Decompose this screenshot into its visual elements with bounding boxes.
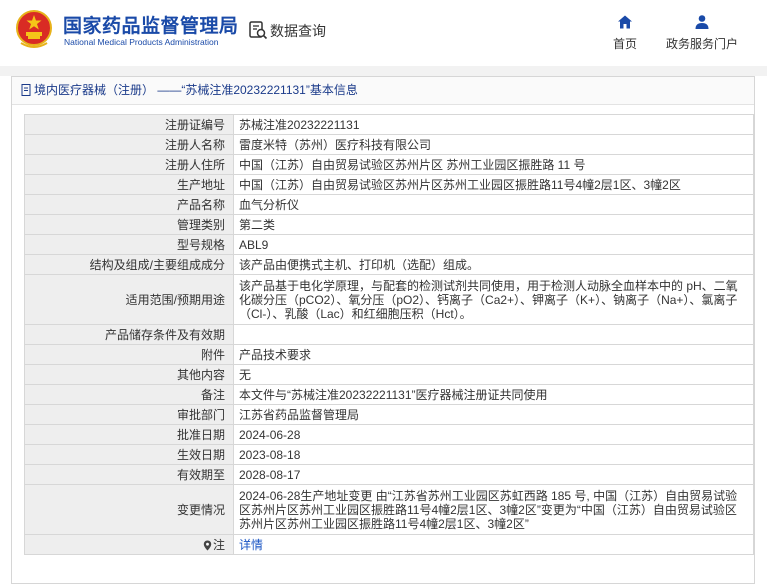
field-value xyxy=(233,324,754,345)
nav-home-label: 首页 xyxy=(612,37,637,51)
table-row: 型号规格 ABL9 xyxy=(24,234,754,255)
table-row: 适用范围/预期用途 该产品基于电化学原理，与配套的检测试剂共同使用，用于检测人动… xyxy=(24,274,754,325)
nav-portal-label: 政务服务门户 xyxy=(665,37,738,51)
table-row: 审批部门 江苏省药品监督管理局 xyxy=(24,404,754,425)
document-icon xyxy=(21,84,31,96)
table-row: 生效日期 2023-08-18 xyxy=(24,444,754,465)
field-label: 附件 xyxy=(24,344,234,365)
table-row: 结构及组成/主要组成成分 该产品由便携式主机、打印机（选配）组成。 xyxy=(24,254,754,275)
table-row: 产品储存条件及有效期 xyxy=(24,324,754,345)
field-label: 管理类别 xyxy=(24,214,234,235)
field-value: 第二类 xyxy=(233,214,754,235)
org-name-cn: 国家药品监督管理局 xyxy=(63,16,239,37)
note-label-text: 注 xyxy=(212,537,225,552)
table-row: 注册证编号 苏械注准20232221131 xyxy=(24,114,754,135)
field-value: 血气分析仪 xyxy=(233,194,754,215)
field-value: 2023-08-18 xyxy=(233,444,754,465)
table-row: 产品名称 血气分析仪 xyxy=(24,194,754,215)
field-value: 产品技术要求 xyxy=(233,344,754,365)
field-value: ABL9 xyxy=(233,234,754,255)
field-label: 其他内容 xyxy=(24,364,234,385)
field-label: 生产地址 xyxy=(24,174,234,195)
user-icon xyxy=(695,15,709,29)
table-row: 变更情况 2024-06-28生产地址变更 由“江苏省苏州工业园区苏虹西路 18… xyxy=(24,484,754,535)
data-query-link[interactable]: 数据查询 xyxy=(270,21,326,41)
field-label: 有效期至 xyxy=(24,464,234,485)
field-label: 结构及组成/主要组成成分 xyxy=(24,254,234,275)
field-value: 该产品由便携式主机、打印机（选配）组成。 xyxy=(233,254,754,275)
home-icon xyxy=(618,15,632,29)
table-row: 备注 本文件与“苏械注准20232221131”医疗器械注册证共同使用 xyxy=(24,384,754,405)
org-name-en: National Medical Products Administration xyxy=(64,37,219,47)
registration-info-table: 注册证编号 苏械注准20232221131 注册人名称 雷度米特（苏州）医疗科技… xyxy=(24,114,754,555)
nav-home[interactable]: 首页 xyxy=(607,14,643,52)
table-row: 注册人住所 中国（江苏）自由贸易试验区苏州片区 苏州工业园区振胜路 11 号 xyxy=(24,154,754,175)
table-row: 其他内容 无 xyxy=(24,364,754,385)
field-value: 苏械注准20232221131 xyxy=(233,114,754,135)
field-value: 本文件与“苏械注准20232221131”医疗器械注册证共同使用 xyxy=(233,384,754,405)
field-label: 注册证编号 xyxy=(24,114,234,135)
field-value: 2024-06-28 xyxy=(233,424,754,445)
field-label: 适用范围/预期用途 xyxy=(24,274,234,325)
table-row: 有效期至 2028-08-17 xyxy=(24,464,754,485)
field-value: 雷度米特（苏州）医疗科技有限公司 xyxy=(233,134,754,155)
note-label: 注 xyxy=(24,534,234,555)
field-label: 批准日期 xyxy=(24,424,234,445)
national-emblem-icon xyxy=(16,10,52,48)
table-row: 注 详情 xyxy=(24,534,754,555)
field-label: 审批部门 xyxy=(24,404,234,425)
table-row: 批准日期 2024-06-28 xyxy=(24,424,754,445)
field-value: 中国（江苏）自由贸易试验区苏州片区苏州工业园区振胜路11号4幢2层1区、3幢2区 xyxy=(233,174,754,195)
nav-service-portal[interactable]: 政务服务门户 xyxy=(660,14,744,52)
detail-panel: 境内医疗器械（注册） ——“苏械注准20232221131”基本信息 注册证编号… xyxy=(11,76,755,584)
location-pin-icon xyxy=(203,540,212,550)
field-label: 生效日期 xyxy=(24,444,234,465)
table-row: 附件 产品技术要求 xyxy=(24,344,754,365)
field-label: 产品名称 xyxy=(24,194,234,215)
field-value: 无 xyxy=(233,364,754,385)
field-label: 注册人住所 xyxy=(24,154,234,175)
table-row: 生产地址 中国（江苏）自由贸易试验区苏州片区苏州工业园区振胜路11号4幢2层1区… xyxy=(24,174,754,195)
field-value: 详情 xyxy=(233,534,754,555)
field-label: 产品储存条件及有效期 xyxy=(24,324,234,345)
breadcrumb-text: 境内医疗器械（注册） ——“苏械注准20232221131”基本信息 xyxy=(34,83,358,97)
field-value: 江苏省药品监督管理局 xyxy=(233,404,754,425)
details-link[interactable]: 详情 xyxy=(239,538,263,552)
table-row: 注册人名称 雷度米特（苏州）医疗科技有限公司 xyxy=(24,134,754,155)
field-label: 注册人名称 xyxy=(24,134,234,155)
table-row: 管理类别 第二类 xyxy=(24,214,754,235)
field-value: 2024-06-28生产地址变更 由“江苏省苏州工业园区苏虹西路 185 号, … xyxy=(233,484,754,535)
field-label: 备注 xyxy=(24,384,234,405)
field-value: 该产品基于电化学原理，与配套的检测试剂共同使用，用于检测人动脉全血样本中的 pH… xyxy=(233,274,754,325)
breadcrumb: 境内医疗器械（注册） ——“苏械注准20232221131”基本信息 xyxy=(12,77,754,105)
field-value: 2028-08-17 xyxy=(233,464,754,485)
field-label: 变更情况 xyxy=(24,484,234,535)
header-divider xyxy=(0,66,767,76)
field-label: 型号规格 xyxy=(24,234,234,255)
data-query-icon[interactable] xyxy=(248,20,268,40)
field-value: 中国（江苏）自由贸易试验区苏州片区 苏州工业园区振胜路 11 号 xyxy=(233,154,754,175)
site-header: 国家药品监督管理局 National Medical Products Admi… xyxy=(0,0,767,66)
